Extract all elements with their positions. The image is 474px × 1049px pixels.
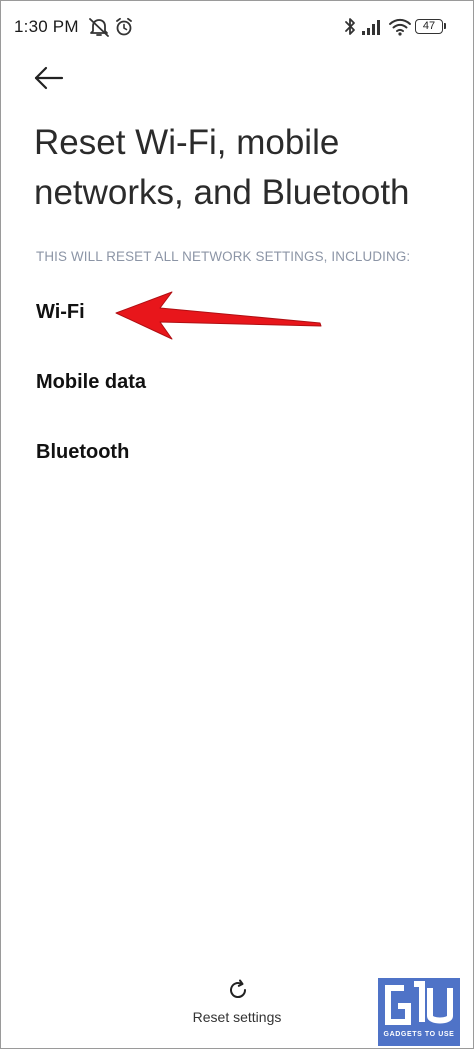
refresh-icon [226, 978, 250, 1007]
list-item-mobile-data: Mobile data [36, 371, 147, 393]
reset-settings-label: Reset settings [192, 1009, 282, 1025]
watermark-logo: GADGETS TO USE [378, 978, 460, 1046]
list-item-wifi: Wi-Fi [36, 301, 85, 323]
wifi-icon [388, 17, 412, 42]
muted-bell-icon [88, 17, 110, 42]
status-time: 1:30 PM [14, 17, 79, 36]
section-caption: THIS WILL RESET ALL NETWORK SETTINGS, IN… [36, 249, 411, 264]
bluetooth-icon [343, 16, 357, 43]
watermark-text: GADGETS TO USE [383, 1031, 455, 1038]
annotation-arrow [115, 291, 322, 340]
reset-settings-button[interactable]: Reset settings [180, 976, 294, 1028]
back-arrow-icon [28, 66, 72, 100]
list-item-bluetooth: Bluetooth [36, 441, 130, 463]
battery-cap [444, 23, 446, 29]
gadgets-to-use-logo-icon [385, 981, 453, 1025]
battery-icon: 47 [415, 19, 443, 34]
page-title: Reset Wi-Fi, mobile networks, and Blueto… [34, 123, 410, 212]
cellular-signal-icon [361, 18, 383, 41]
alarm-icon [114, 17, 134, 42]
back-button[interactable] [28, 60, 72, 96]
status-bar: 1:30 PM 47 [0, 0, 474, 52]
